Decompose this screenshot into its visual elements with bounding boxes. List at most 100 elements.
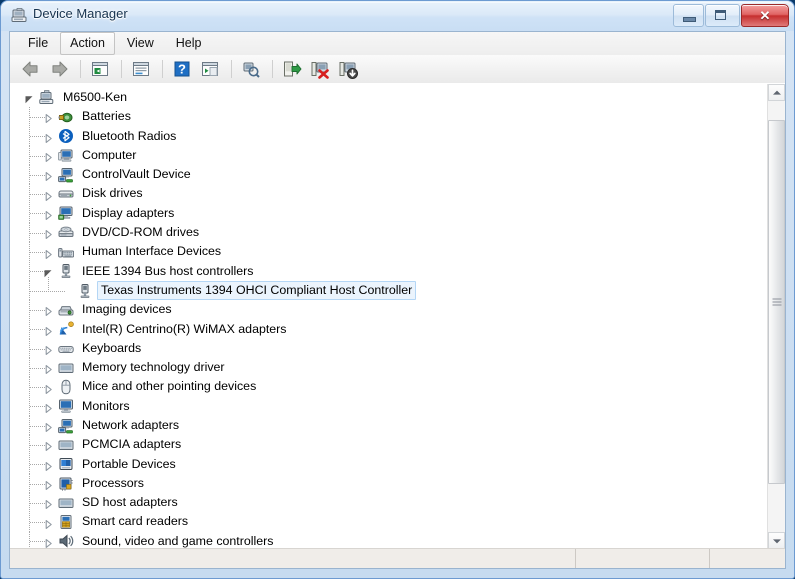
scroll-down-button[interactable]: [768, 532, 785, 549]
expander-collapsed-icon[interactable]: [43, 227, 54, 240]
expander-collapsed-icon[interactable]: [43, 208, 54, 220]
maximize-icon: [715, 10, 726, 20]
expander-collapsed-icon[interactable]: [43, 536, 54, 548]
expander-collapsed-icon[interactable]: [43, 362, 54, 375]
tree-item[interactable]: Intel(R) Centrino(R) WiMAX adapters: [10, 319, 768, 339]
menu-bar: File Action View Help: [10, 32, 785, 56]
caption-buttons: ✕: [672, 4, 789, 27]
expander-collapsed-icon[interactable]: [43, 247, 54, 259]
menu-help[interactable]: Help: [166, 32, 212, 55]
scroll-up-button[interactable]: [768, 84, 785, 101]
tree-item-label: Mice and other pointing devices: [82, 379, 257, 394]
processor-icon: [58, 476, 74, 492]
expander-collapsed-icon[interactable]: [43, 478, 54, 491]
tree-item-label: Imaging devices: [82, 302, 172, 317]
display-adapter-icon: [58, 205, 74, 221]
tree-item[interactable]: Keyboards: [10, 338, 768, 359]
expander-collapsed-icon[interactable]: [43, 517, 54, 529]
client-area: File Action View Help ? M6500-Ken Batter…: [9, 31, 786, 569]
expander-collapsed-icon[interactable]: [43, 111, 54, 124]
expander-collapsed-icon[interactable]: [43, 131, 54, 143]
expander-expanded-icon[interactable]: [24, 92, 35, 104]
tree-item-label: SD host adapters: [82, 495, 178, 510]
back-button[interactable]: [18, 57, 44, 81]
show-hide-console-tree-button[interactable]: [87, 57, 113, 81]
properties-button[interactable]: [128, 57, 154, 81]
scan-for-hardware-changes-button[interactable]: [238, 57, 264, 81]
expander-collapsed-icon[interactable]: [43, 401, 54, 413]
tree-item[interactable]: Batteries: [10, 107, 768, 127]
expander-collapsed-icon[interactable]: [43, 324, 54, 336]
expander-collapsed-icon[interactable]: [43, 497, 54, 510]
device-tree-panel: M6500-Ken Batteries Bluetooth Radios Comput…: [10, 83, 785, 549]
expander-collapsed-icon[interactable]: [43, 382, 54, 394]
tree-item[interactable]: Portable Devices: [10, 454, 768, 474]
network-adapter-icon: [58, 418, 74, 434]
tree-item[interactable]: Bluetooth Radios: [10, 126, 768, 146]
memory-technology-icon: [58, 360, 74, 376]
tree-item[interactable]: PCMCIA adapters: [10, 435, 768, 455]
expander-collapsed-icon[interactable]: [43, 439, 54, 452]
help-button[interactable]: ?: [169, 57, 195, 81]
expander-collapsed-icon[interactable]: [43, 150, 54, 162]
toolbar-separator: [80, 60, 81, 78]
status-panel-main: [10, 549, 555, 568]
tree-item[interactable]: Human Interface Devices: [10, 242, 768, 262]
tree-item-label: Texas Instruments 1394 OHCI Compliant Ho…: [97, 280, 417, 301]
window-title: Device Manager: [33, 6, 128, 21]
expander-collapsed-icon[interactable]: [43, 343, 54, 355]
tree-item[interactable]: Monitors: [10, 396, 768, 417]
menu-action[interactable]: Action: [60, 32, 115, 55]
tree-item[interactable]: Sound, video and game controllers: [10, 531, 768, 549]
tree-item[interactable]: Smart card readers: [10, 512, 768, 532]
forward-button[interactable]: [46, 57, 72, 81]
tree-item-selected[interactable]: Texas Instruments 1394 OHCI Compliant Ho…: [10, 276, 768, 301]
tree-connector-line: [48, 276, 49, 291]
tree-item-label: Computer: [82, 147, 137, 162]
tree-item-label: Sound, video and game controllers: [82, 533, 274, 548]
tree-item[interactable]: DVD/CD-ROM drives: [10, 223, 768, 243]
title-bar[interactable]: Device Manager ✕: [1, 1, 794, 31]
toolbar-separator: [162, 60, 163, 78]
ieee1394-device-icon: [77, 283, 93, 299]
disk-drive-icon: [58, 186, 74, 202]
show-hide-action-pane-button[interactable]: [197, 57, 223, 81]
tree-item[interactable]: IEEE 1394 Bus host controllers: [10, 261, 768, 281]
maximize-button[interactable]: [705, 4, 740, 27]
toolbar-separator: [272, 60, 273, 78]
expander-collapsed-icon[interactable]: [43, 189, 54, 201]
disable-device-button[interactable]: [335, 57, 361, 81]
tree-item[interactable]: Processors: [10, 473, 768, 494]
expander-collapsed-icon[interactable]: [43, 459, 54, 471]
menu-file[interactable]: File: [18, 32, 58, 55]
expander-expanded-icon[interactable]: [43, 266, 54, 278]
tree-item-label: Keyboards: [82, 340, 142, 355]
scrollbar-thumb[interactable]: [768, 119, 785, 485]
tree-item[interactable]: Memory technology driver: [10, 358, 768, 378]
tree-item[interactable]: Network adapters: [10, 416, 768, 436]
computer-icon: [58, 148, 74, 164]
tree-item-label: PCMCIA adapters: [82, 437, 182, 452]
tree-item[interactable]: Disk drives: [10, 184, 768, 204]
tree-item[interactable]: Computer: [10, 145, 768, 166]
toolbar-separator: [231, 60, 232, 78]
tree-item[interactable]: ControlVault Device: [10, 165, 768, 185]
tree-item[interactable]: Display adapters: [10, 203, 768, 224]
smartcard-reader-icon: [58, 514, 74, 530]
uninstall-device-button[interactable]: [307, 57, 333, 81]
update-driver-button[interactable]: [279, 57, 305, 81]
tree-item[interactable]: M6500-Ken: [10, 88, 768, 107]
tree-item[interactable]: SD host adapters: [10, 493, 768, 513]
expander-collapsed-icon[interactable]: [43, 304, 54, 317]
expander-collapsed-icon[interactable]: [43, 169, 54, 182]
tree-item[interactable]: Mice and other pointing devices: [10, 377, 768, 397]
minimize-button[interactable]: [673, 4, 704, 27]
menu-view[interactable]: View: [117, 32, 164, 55]
tree-item[interactable]: Imaging devices: [10, 300, 768, 320]
tree-item-label: Processors: [82, 475, 144, 490]
tree-item-label: Smart card readers: [82, 514, 189, 529]
vertical-scrollbar[interactable]: [767, 84, 785, 549]
expander-collapsed-icon[interactable]: [43, 420, 54, 433]
close-button[interactable]: ✕: [741, 4, 789, 27]
scroll-up-arrow-icon: [772, 90, 781, 95]
